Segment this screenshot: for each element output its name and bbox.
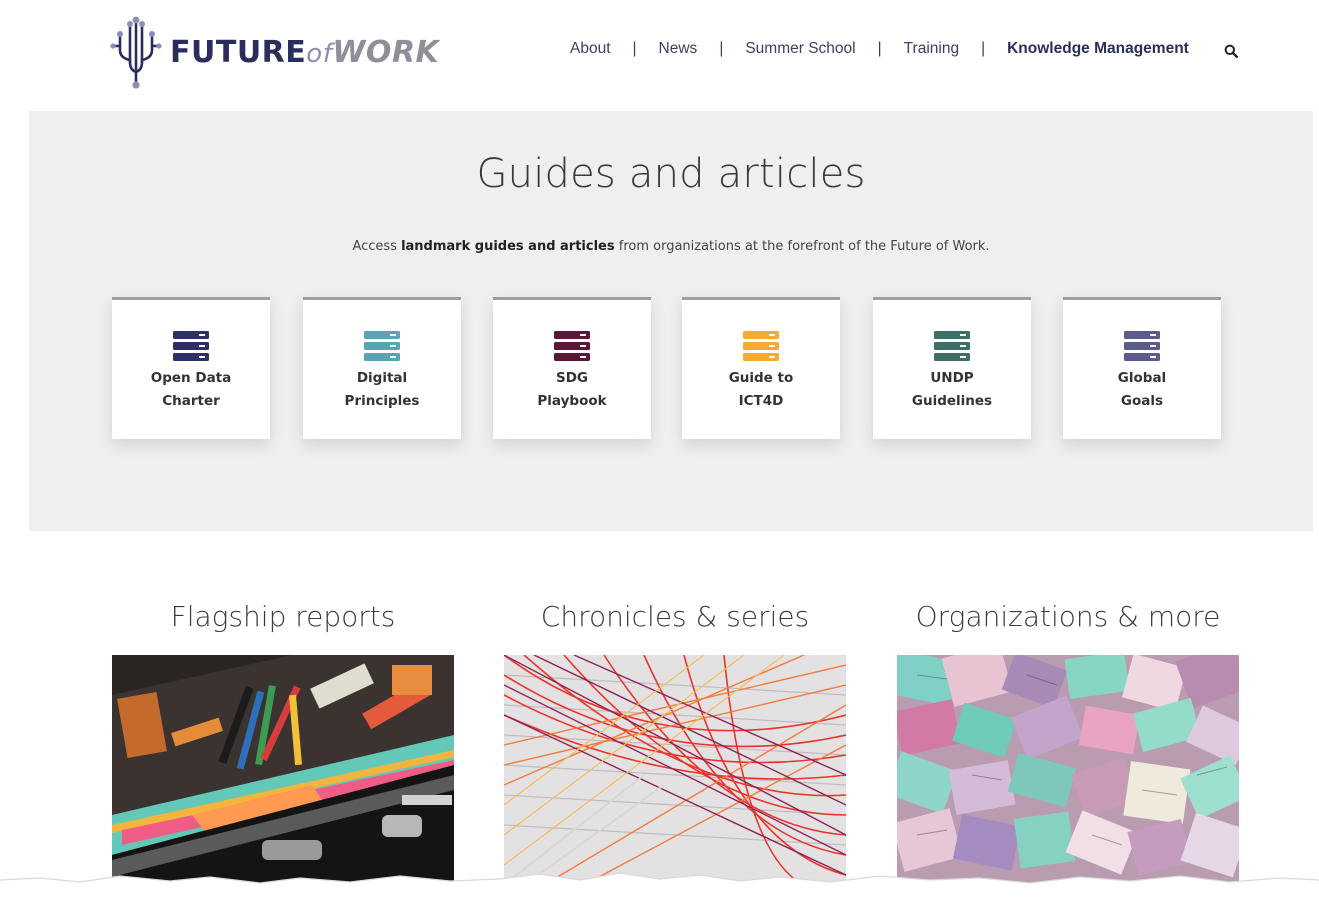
section-title[interactable]: Flagship reports	[112, 600, 454, 633]
guide-card-line2: Guidelines	[911, 393, 993, 409]
nav-separator: |	[877, 40, 882, 57]
logo-word-future: FUTURE	[170, 34, 307, 70]
guide-card-label: SDG Playbook	[493, 367, 651, 413]
guide-card-label: Guide to ICT4D	[682, 367, 840, 413]
nav-news[interactable]: News	[659, 40, 698, 58]
nav-summer-school[interactable]: Summer School	[745, 40, 855, 58]
guides-title: Guides and articles	[476, 151, 866, 197]
paper-scraps-photo[interactable]	[897, 655, 1239, 885]
nav-separator: |	[981, 40, 986, 57]
guides-subtitle-post: from organizations at the forefront of t…	[614, 239, 990, 254]
toolbox-photo[interactable]	[112, 655, 454, 885]
guide-card-line2: Principles	[344, 393, 420, 409]
section-organizations-more: Organizations & more	[897, 600, 1239, 885]
guide-card-line2: Playbook	[537, 393, 607, 409]
database-icon	[743, 331, 779, 361]
site-header: FUTURE of WORK About | News | Summer Schoo…	[0, 0, 1319, 108]
guide-card-line1: Global	[1117, 370, 1167, 386]
guide-card-label: Digital Principles	[303, 367, 461, 413]
nav-training[interactable]: Training	[904, 40, 959, 58]
toolbox-photo-art	[112, 655, 454, 885]
guide-card-label: Open Data Charter	[112, 367, 270, 413]
guides-subtitle: Access landmark guides and articles from…	[29, 239, 1313, 254]
logo-wordmark: FUTURE of WORK	[170, 35, 439, 70]
database-icon	[934, 331, 970, 361]
section-flagship-reports: Flagship reports	[112, 600, 454, 885]
guide-card-open-data-charter[interactable]: Open Data Charter	[112, 297, 270, 439]
guide-card-global-goals[interactable]: Global Goals	[1063, 297, 1221, 439]
guide-card-label: Global Goals	[1063, 367, 1221, 413]
guide-card-line2: Charter	[162, 393, 220, 409]
nav-knowledge-management[interactable]: Knowledge Management	[1007, 40, 1189, 58]
database-icon	[364, 331, 400, 361]
section-chronicles-series: Chronicles & series	[504, 600, 846, 885]
guide-card-line1: Open Data	[150, 370, 232, 386]
nav-separator: |	[719, 40, 724, 57]
main-nav: About | News | Summer School | Training …	[570, 40, 1189, 58]
torn-edge-decoration	[0, 872, 1319, 900]
guide-card-line2: Goals	[1120, 393, 1164, 409]
database-icon	[173, 331, 209, 361]
site-logo[interactable]: FUTURE of WORK	[110, 12, 439, 92]
guide-card-line1: SDG	[555, 370, 588, 386]
guides-subtitle-bold: landmark guides and articles	[401, 239, 615, 254]
nav-about[interactable]: About	[570, 40, 611, 58]
section-title[interactable]: Organizations & more	[897, 600, 1239, 633]
database-icon	[554, 331, 590, 361]
nav-separator: |	[632, 40, 637, 57]
guide-card-line2: ICT4D	[738, 393, 784, 409]
guide-card-digital-principles[interactable]: Digital Principles	[303, 297, 461, 439]
guide-card-label: UNDP Guidelines	[873, 367, 1031, 413]
search-icon[interactable]	[1224, 44, 1238, 58]
paper-scraps-photo-art	[897, 655, 1239, 885]
guide-card-line1: UNDP	[930, 370, 974, 386]
logo-word-of: of	[306, 38, 333, 69]
threads-photo[interactable]	[504, 655, 846, 885]
guide-card-undp-guidelines[interactable]: UNDP Guidelines	[873, 297, 1031, 439]
guides-panel: Guides and articles Access landmark guid…	[29, 111, 1313, 531]
threads-photo-art	[504, 655, 846, 885]
database-icon	[1124, 331, 1160, 361]
guide-card-guide-to-ict4d[interactable]: Guide to ICT4D	[682, 297, 840, 439]
guide-card-line1: Guide to	[728, 370, 794, 386]
logo-circuit-icon	[110, 16, 162, 89]
guide-card-line1: Digital	[356, 370, 408, 386]
section-title[interactable]: Chronicles & series	[504, 600, 846, 633]
guide-cards: Open Data Charter Digital Principles SDG Pl…	[112, 297, 1224, 439]
guide-card-sdg-playbook[interactable]: SDG Playbook	[493, 297, 651, 439]
logo-word-work: WORK	[332, 34, 440, 70]
guides-subtitle-pre: Access	[352, 239, 402, 254]
